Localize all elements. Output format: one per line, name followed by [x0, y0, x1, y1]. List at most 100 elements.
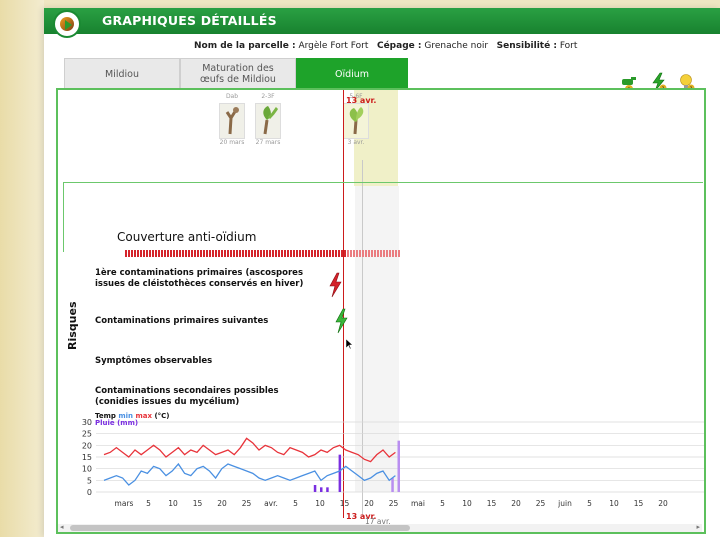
section-separator [63, 182, 703, 183]
coverage-tick [236, 250, 238, 257]
coverage-tick [320, 250, 322, 257]
risk-primary-following: Contaminations primaires suivantes [95, 316, 269, 326]
coverage-tick [125, 250, 127, 257]
scrollbar-thumb[interactable] [70, 525, 410, 531]
coverage-tick [395, 250, 397, 257]
logo-play-icon [65, 20, 72, 30]
coverage-tick [170, 250, 172, 257]
coverage-tick [341, 250, 343, 257]
tab-maturation-oeufs[interactable]: Maturation des œufs de Mildiou [180, 58, 296, 89]
coverage-tick [164, 250, 166, 257]
coverage-tick [233, 250, 235, 257]
app-logo[interactable] [53, 10, 81, 38]
window-title: GRAPHIQUES DÉTAILLÉS [102, 13, 277, 28]
today-marker-top: 13 avr. [346, 96, 377, 105]
oidium-chart-panel: Dab 20 mars 2-3F 27 mars 5-6F 3 avr. 13 … [56, 88, 706, 534]
stage-photo-bud [219, 103, 245, 139]
coverage-tick [212, 250, 214, 257]
coverage-tick [158, 250, 160, 257]
coverage-tick [260, 250, 262, 257]
tab-mildiou[interactable]: Mildiou [64, 58, 180, 89]
coverage-tick [173, 250, 175, 257]
x-tick-label: juin [557, 499, 572, 508]
x-tick-label: 20 [658, 499, 668, 508]
coverage-tick [284, 250, 286, 257]
coverage-tick [356, 250, 358, 257]
rain-bar-forecast [397, 440, 400, 492]
coverage-tick [188, 250, 190, 257]
coverage-tick [269, 250, 271, 257]
x-tick-label: 25 [536, 499, 546, 508]
coverage-tick [398, 250, 400, 257]
risk-secondary: Contaminations secondaires possibles (co… [95, 386, 279, 407]
coverage-tick [386, 250, 388, 257]
parcel-name-label: Nom de la parcelle : [194, 41, 296, 51]
coverage-tick [287, 250, 289, 257]
coverage-tick [206, 250, 208, 257]
coverage-tick [347, 250, 349, 257]
coverage-tick [131, 250, 133, 257]
weather-chart: 0 5 10 15 20 25 30 mars 5 10 15 20 25 avr. 5 10 15 20 25 ma… [82, 418, 704, 508]
coverage-tick [332, 250, 334, 257]
coverage-tick [143, 250, 145, 257]
risk-primary-first: 1ère contaminations primaires (ascospore… [95, 268, 304, 289]
page-background [0, 0, 44, 537]
x-tick-label: 20 [364, 499, 374, 508]
coverage-tick [137, 250, 139, 257]
coverage-tick [200, 250, 202, 257]
coverage-tick [281, 250, 283, 257]
coverage-tick [317, 250, 319, 257]
x-tick-label: 10 [315, 499, 325, 508]
stage-dab[interactable]: Dab 20 mars [218, 93, 246, 157]
coverage-tick [161, 250, 163, 257]
horizontal-scrollbar[interactable]: ◂ ▸ [58, 523, 702, 532]
stage-photo-shoot [343, 103, 369, 139]
coverage-tick [362, 250, 364, 257]
coverage-tick [299, 250, 301, 257]
green-bolt-icon[interactable] [334, 308, 348, 334]
x-tick-label: 25 [389, 499, 399, 508]
coverage-tick [308, 250, 310, 257]
x-tick-label: 10 [609, 499, 619, 508]
coverage-tick [323, 250, 325, 257]
coverage-bar [125, 250, 400, 257]
coverage-tick [218, 250, 220, 257]
coverage-tick [272, 250, 274, 257]
coverage-tick [152, 250, 154, 257]
stage-2-3f[interactable]: 2-3F 27 mars [254, 93, 282, 157]
coverage-tick [239, 250, 241, 257]
sensitivity-value: Fort [559, 41, 578, 51]
coverage-tick [248, 250, 250, 257]
x-tick-label: 5 [293, 499, 298, 508]
coverage-tick [194, 250, 196, 257]
rain-bar [326, 487, 329, 492]
scroll-left-icon[interactable]: ◂ [60, 523, 64, 531]
y-tick-label: 20 [82, 441, 92, 450]
coverage-tick [392, 250, 394, 257]
coverage-tick [314, 250, 316, 257]
coverage-tick [365, 250, 367, 257]
coverage-tick [326, 250, 328, 257]
coverage-tick [350, 250, 352, 257]
cepage-value: Grenache noir [424, 41, 489, 51]
x-tick-label: mai [411, 499, 425, 508]
x-tick-label: 20 [511, 499, 521, 508]
coverage-tick [191, 250, 193, 257]
coverage-tick [167, 250, 169, 257]
rain-bar-forecast [391, 478, 394, 492]
cepage-label: Cépage : [376, 41, 422, 51]
coverage-title: Couverture anti-oïdium [117, 230, 257, 244]
tab-oidium[interactable]: Oïdium [296, 58, 408, 89]
rain-bar [313, 485, 317, 492]
coverage-tick [140, 250, 142, 257]
red-bolt-icon[interactable] [328, 272, 342, 298]
coverage-tick [278, 250, 280, 257]
chart-legend-rain: Pluie (mm) [95, 419, 139, 427]
coverage-tick [242, 250, 244, 257]
coverage-tick [335, 250, 337, 257]
coverage-tick [179, 250, 181, 257]
y-tick-label: 5 [87, 476, 92, 485]
coverage-tick [257, 250, 259, 257]
scroll-right-icon[interactable]: ▸ [696, 523, 700, 531]
x-tick-label: 20 [217, 499, 227, 508]
